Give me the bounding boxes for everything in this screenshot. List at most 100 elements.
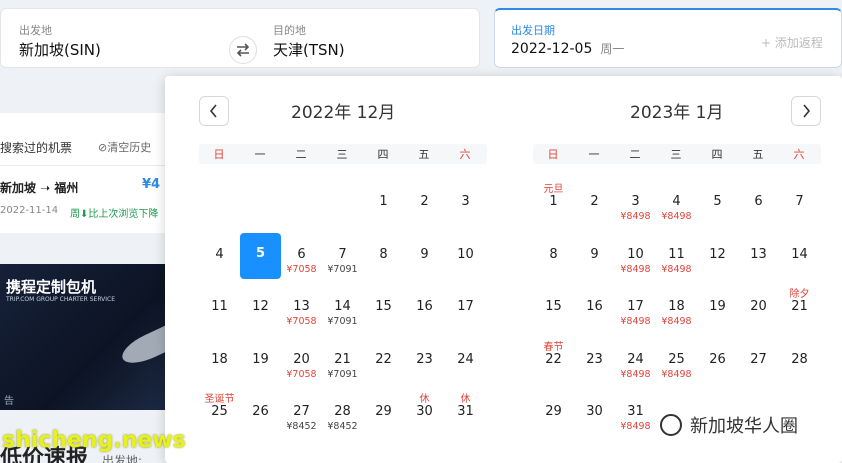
day-cell[interactable]: 3 ¥8498 (615, 180, 656, 226)
day-cell[interactable]: 16 (574, 285, 615, 331)
day-cell-selected[interactable]: 5 (240, 232, 281, 279)
charter-banner[interactable]: 携程定制包机 TRIP.COM GROUP CHARTER SERVICE 告 (0, 264, 170, 410)
day-number: 6 (297, 246, 306, 262)
day-cell[interactable]: 24 (445, 338, 486, 384)
day-cell[interactable]: 1 (363, 180, 404, 226)
weekday-label: 二 (295, 148, 307, 161)
weekday-label: 日 (213, 148, 225, 161)
day-cell[interactable]: 22 (363, 338, 404, 384)
prev-month-button[interactable] (199, 96, 229, 126)
day-number: 20 (750, 299, 767, 314)
day-cell[interactable]: 春节 22 (533, 338, 574, 384)
day-number: 10 (627, 246, 644, 262)
day-cell[interactable]: 31 ¥8498 (615, 390, 656, 436)
day-price: ¥8498 (620, 421, 651, 432)
weekday-label: 一 (254, 148, 266, 161)
day-cell[interactable]: 11 (199, 285, 240, 331)
to-input[interactable]: 天津(TSN) (273, 39, 345, 60)
day-cell[interactable]: 19 (697, 285, 738, 331)
weekday-label: 四 (377, 148, 389, 161)
search-history-panel: 搜索过的机票 ⊘清空历史 新加坡 ➝ 福州 ¥4 2022-11-14 周⬇比上… (0, 113, 175, 233)
day-cell[interactable]: 10 (445, 233, 486, 279)
day-cell[interactable]: 2 (574, 180, 615, 226)
day-cell[interactable]: 14 ¥7091 (322, 285, 363, 331)
day-cell[interactable]: 21 ¥7091 (322, 338, 363, 384)
day-cell[interactable]: 28 (779, 338, 820, 384)
weekday-label: 二 (629, 148, 641, 161)
day-cell[interactable]: 27 (738, 338, 779, 384)
day-number: 21 (334, 351, 351, 367)
day-cell[interactable]: 14 (779, 233, 820, 279)
holiday-label: 休 (419, 394, 430, 405)
day-cell[interactable]: 12 (697, 233, 738, 279)
day-cell[interactable]: 休 31 (445, 390, 486, 436)
holiday-label: 春节 (543, 341, 564, 353)
day-cell[interactable]: 24 ¥8498 (615, 338, 656, 384)
watermark-text: 新加坡华人圈 (690, 416, 798, 437)
day-cell[interactable]: 5 (697, 180, 738, 226)
history-route[interactable]: 新加坡 ➝ 福州 (0, 179, 78, 196)
day-cell[interactable]: 17 (445, 285, 486, 331)
next-month-button[interactable] (791, 96, 821, 126)
day-cell[interactable]: 13 ¥7058 (281, 285, 322, 331)
departure-date-field[interactable]: 出发日期 2022-12-05 周一 + 添加返程 (494, 8, 842, 68)
day-cell[interactable]: 20 (738, 285, 779, 331)
day-cell[interactable]: 7 (779, 180, 820, 226)
day-cell[interactable]: 4 (199, 233, 240, 279)
day-cell[interactable]: 26 (240, 390, 281, 436)
add-return-button[interactable]: + 添加返程 (761, 34, 823, 51)
day-cell[interactable]: 23 (574, 338, 615, 384)
from-input[interactable]: 新加坡(SIN) (19, 39, 101, 60)
day-cell[interactable]: 18 (199, 338, 240, 384)
swap-button[interactable] (229, 36, 257, 64)
date-text: 2022-12-05 (511, 41, 593, 57)
day-cell[interactable]: 13 (738, 233, 779, 279)
day-number: 20 (293, 351, 310, 367)
day-cell[interactable]: 2 (404, 180, 445, 226)
day-number: 16 (586, 299, 603, 314)
day-cell[interactable]: 29 (363, 390, 404, 436)
day-cell[interactable]: 23 (404, 338, 445, 384)
holiday-label: 除夕 (789, 289, 810, 300)
day-cell[interactable]: 8 (363, 233, 404, 279)
day-cell[interactable]: 6 ¥7058 (281, 233, 322, 279)
day-cell[interactable]: 9 (574, 233, 615, 279)
day-cell[interactable]: 15 (363, 285, 404, 331)
day-cell[interactable]: 16 (404, 285, 445, 331)
day-cell[interactable]: 10 ¥8498 (615, 233, 656, 279)
day-cell[interactable]: 18 ¥8498 (656, 285, 697, 331)
day-number: 1 (549, 194, 558, 209)
day-cell[interactable]: 25 ¥8498 (656, 338, 697, 384)
day-cell[interactable]: 3 (445, 180, 486, 226)
day-cell[interactable]: 11 ¥8498 (656, 233, 697, 279)
day-cell[interactable]: 休 30 (404, 390, 445, 436)
day-cell[interactable]: 12 (240, 285, 281, 331)
day-cell[interactable]: 28 ¥8452 (322, 390, 363, 436)
day-cell[interactable]: 4 ¥8498 (656, 180, 697, 226)
day-cell[interactable]: 29 (533, 390, 574, 436)
day-number: 19 (252, 351, 269, 367)
day-cell[interactable]: 8 (533, 233, 574, 279)
day-cell[interactable]: 6 (738, 180, 779, 226)
day-price: ¥8498 (661, 368, 692, 380)
day-cell[interactable]: 圣诞节 25 (199, 390, 240, 436)
day-cell[interactable]: 17 ¥8498 (615, 285, 656, 331)
day-cell[interactable]: 19 (240, 338, 281, 384)
date-value: 2022-12-05 周一 (511, 40, 624, 57)
day-cell[interactable]: 30 (574, 390, 615, 436)
day-cell[interactable]: 15 (533, 285, 574, 331)
day-number: 9 (420, 246, 429, 262)
day-cell[interactable]: 元旦 1 (533, 180, 574, 226)
day-cell[interactable]: 20 ¥7058 (281, 338, 322, 384)
day-cell[interactable]: 26 (697, 338, 738, 384)
day-cell[interactable]: 9 (404, 233, 445, 279)
day-cell[interactable]: 7 ¥7091 (322, 233, 363, 279)
chevron-right-icon (803, 104, 811, 118)
clear-history-button[interactable]: ⊘清空历史 (98, 139, 151, 155)
day-number: 15 (545, 299, 562, 314)
day-number: 14 (334, 299, 351, 314)
day-number: 29 (545, 404, 562, 419)
day-cell[interactable]: 除夕 21 (779, 285, 820, 331)
day-cell[interactable]: 27 ¥8452 (281, 390, 322, 436)
day-number: 4 (672, 194, 681, 209)
